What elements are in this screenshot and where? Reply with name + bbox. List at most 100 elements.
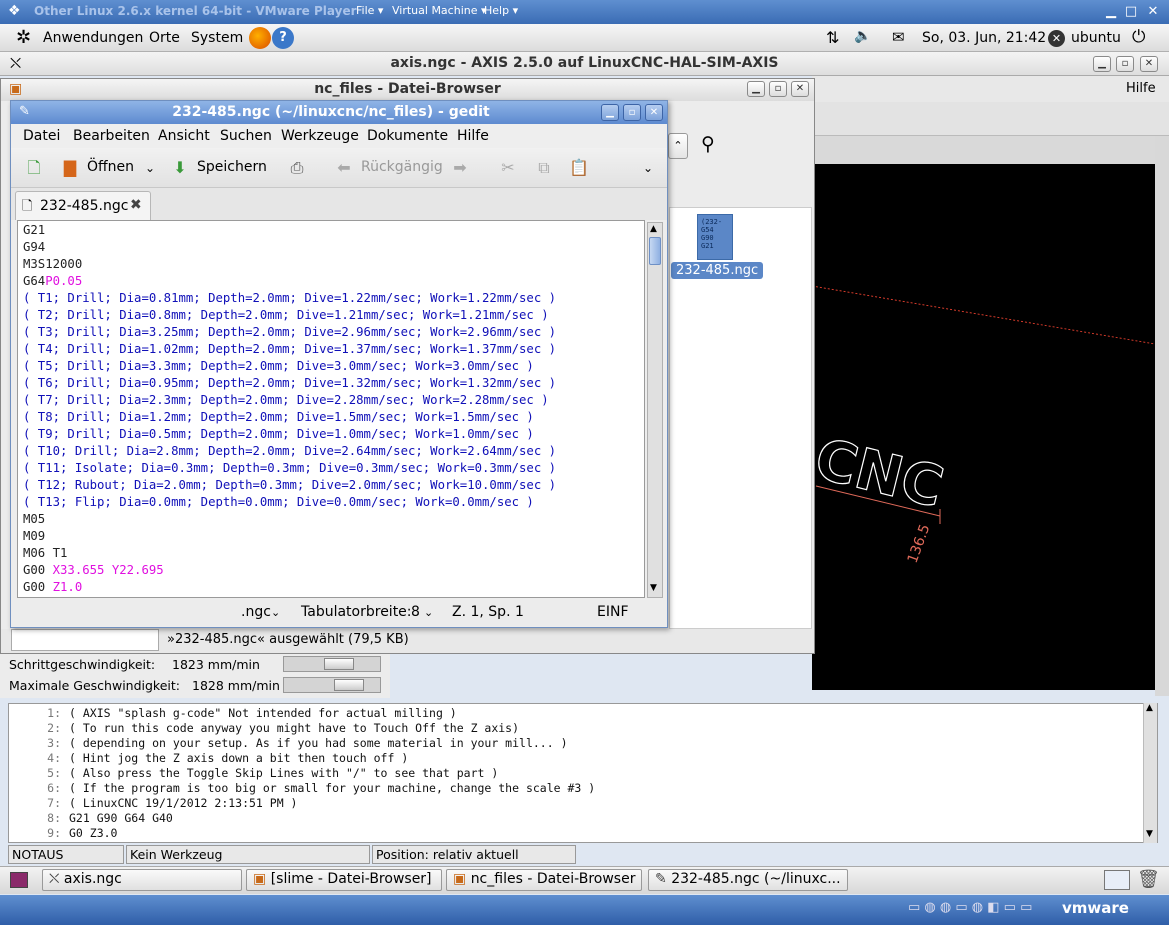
gedit-menu-suchen[interactable]: Suchen [220,128,272,144]
location-stepper[interactable]: ⌃ [668,133,688,159]
gcode-line-text[interactable]: ( LinuxCNC 19/1/2012 2:13:51 PM ) [69,796,297,811]
filebrowser-close-button[interactable]: ✕ [791,81,809,97]
menu-system[interactable]: System [191,30,243,46]
scroll-thumb[interactable] [649,237,661,265]
device-icons[interactable]: ▭ ◍ ◍ ▭ ◍ ◧ ▭ ▭ [908,900,1032,915]
language-dropdown-icon[interactable]: ⌄ [271,606,280,619]
filebrowser-status-text: »232-485.ngc« ausgewählt (79,5 KB) [167,632,409,647]
gcode-scroll-up-icon[interactable]: ▲ [1146,703,1153,713]
toolbar-overflow-icon[interactable]: ⌄ [637,157,659,179]
gcode-scrollbar[interactable]: ▲ ▼ [1143,703,1157,843]
save-button-label[interactable]: Speichern [197,159,267,175]
code-token: G00 [23,580,53,594]
gedit-menu-datei[interactable]: Datei [23,128,60,144]
taskbar-button[interactable]: ⛌ axis.ngc [42,869,242,891]
taskbar-button[interactable]: ✎ 232-485.ngc (~/linuxc... [648,869,848,891]
gcode-line-text[interactable]: G21 G90 G64 G40 [69,811,173,826]
gedit-menu-bearbeiten[interactable]: Bearbeiten [73,128,150,144]
gedit-menu-werkzeuge[interactable]: Werkzeuge [281,128,359,144]
max-speed-knob[interactable] [334,679,364,691]
axis-gcode-listing[interactable]: 1: ( AXIS "splash g-code" Not intended fo… [8,703,1158,843]
open-folder-icon[interactable]: ▇ [59,157,81,179]
open-button-label[interactable]: Öffnen [87,159,134,175]
menu-anwendungen[interactable]: Anwendungen [43,30,143,46]
gcode-line-text[interactable]: ( If the program is too big or small for… [69,781,595,796]
scroll-up-icon[interactable]: ▲ [650,224,657,234]
print-icon[interactable]: ⎙ [286,157,308,179]
power-icon[interactable]: ⏻ [1132,27,1145,47]
vmware-titlebar: ❖ Other Linux 2.6.x kernel 64-bit - VMwa… [0,0,1169,24]
help-icon[interactable]: ? [272,27,294,49]
undo-button-label[interactable]: Rückgängig [361,159,443,175]
vmware-close-button[interactable]: ✕ [1144,3,1162,20]
taskbar-button-label: nc_files - Datei-Browser [470,871,636,887]
gedit-minimize-button[interactable]: ▁ [601,104,619,121]
redo-icon[interactable]: ➡ [449,157,471,179]
firefox-icon[interactable] [249,27,271,49]
vmware-menu-virtual-machine[interactable]: Virtual Machine ▾ [392,4,487,17]
axis-preview-canvas[interactable]: CNC 136.5 [812,164,1155,690]
max-speed-slider[interactable] [283,677,381,693]
filebrowser-file-view[interactable]: (232- G54 G90 G21 232-485.ngc [669,207,812,629]
undo-icon[interactable]: ⬅ [333,157,355,179]
save-icon[interactable]: ⬇ [169,157,191,179]
trash-icon[interactable]: 🗑 [1137,869,1160,890]
gcode-line-text[interactable]: ( To run this code anyway you might have… [69,721,519,736]
axis-close-button[interactable]: ✕ [1140,56,1158,72]
file-item-label[interactable]: 232-485.ngc [671,262,764,279]
new-document-icon[interactable]: 🗋 [23,157,45,179]
gcode-scroll-down-icon[interactable]: ▼ [1146,829,1153,839]
jog-speed-knob[interactable] [324,658,354,670]
axis-menu-help[interactable]: Hilfe [1126,81,1156,96]
gcode-line-text[interactable]: ( AXIS "splash g-code" Not intended for … [69,706,457,721]
code-token: ( T2; Drill; Dia=0.8mm; Depth=2.0mm; Div… [23,308,549,322]
vmware-maximize-button[interactable]: □ [1122,3,1140,20]
code-line: G21 [23,222,45,239]
gcode-line-number: 5: [47,766,61,780]
gedit-maximize-button[interactable]: ▫ [623,104,641,121]
gcode-line-text[interactable]: ( Also press the Toggle Skip Lines with … [69,766,498,781]
ubuntu-logo-icon[interactable]: ✲ [16,27,31,48]
tab-width-dropdown-icon[interactable]: ⌄ [424,606,433,619]
vmware-menu-help[interactable]: Help ▾ [484,4,518,17]
vmware-menu-file[interactable]: File ▾ [356,4,383,17]
gedit-menu-hilfe[interactable]: Hilfe [457,128,489,144]
scroll-down-icon[interactable]: ▼ [650,583,657,593]
tab-width-label[interactable]: Tabulatorbreite: [301,604,412,620]
panel-datetime[interactable]: So, 03. Jun, 21:42 [922,30,1046,46]
axis-minimize-button[interactable]: ▁ [1093,56,1111,72]
cut-icon[interactable]: ✂ [497,157,519,179]
show-desktop-icon[interactable] [10,872,28,888]
filebrowser-maximize-button[interactable]: ▫ [769,81,787,97]
gcode-line-text[interactable]: ( Hint jog the Z axis down a bit then to… [69,751,408,766]
gedit-titlebar: ✎ 232-485.ngc (~/linuxcnc/nc_files) - ge… [11,101,667,124]
taskbar-button[interactable]: ▣ nc_files - Datei-Browser [446,869,642,891]
network-icon[interactable]: ⇅ [826,28,839,47]
panel-username[interactable]: ubuntu [1071,30,1121,46]
gcode-line-text[interactable]: G0 Z3.0 [69,826,117,841]
gedit-text-editor[interactable]: G21 G94 M3S12000 G64P0.05( T1; Drill; Dia=0… [17,220,645,598]
filebrowser-minimize-button[interactable]: ▁ [747,81,765,97]
mail-icon[interactable]: ✉ [892,28,905,46]
gedit-menu-ansicht[interactable]: Ansicht [158,128,210,144]
document-tab[interactable]: 🗋 232-485.ngc ✖ [15,191,151,220]
jog-speed-slider[interactable] [283,656,381,672]
vmware-minimize-button[interactable]: ▁ [1102,3,1120,20]
menu-orte[interactable]: Orte [149,30,180,46]
volume-icon[interactable]: 🔈 [854,28,871,44]
close-tab-icon[interactable]: ✖ [130,197,142,213]
taskbar-button[interactable]: ▣ [slime - Datei-Browser] [246,869,442,891]
open-dropdown-icon[interactable]: ⌄ [139,157,161,179]
search-icon[interactable]: ⚲ [701,133,715,155]
file-thumbnail[interactable]: (232- G54 G90 G21 [697,214,733,260]
gedit-close-button[interactable]: ✕ [645,104,663,121]
copy-icon[interactable]: ⧉ [533,157,555,179]
paste-icon[interactable]: 📋 [568,157,590,179]
axis-maximize-button[interactable]: ▫ [1116,56,1134,72]
gedit-menu-dokumente[interactable]: Dokumente [367,128,448,144]
workspace-switcher[interactable] [1104,870,1130,890]
gcode-line-text[interactable]: ( depending on your setup. As if you had… [69,736,568,751]
language-selector[interactable]: .ngc [241,604,271,620]
editor-scrollbar[interactable]: ▲ ▼ [647,222,663,598]
tab-width-value[interactable]: 8 [411,604,420,620]
